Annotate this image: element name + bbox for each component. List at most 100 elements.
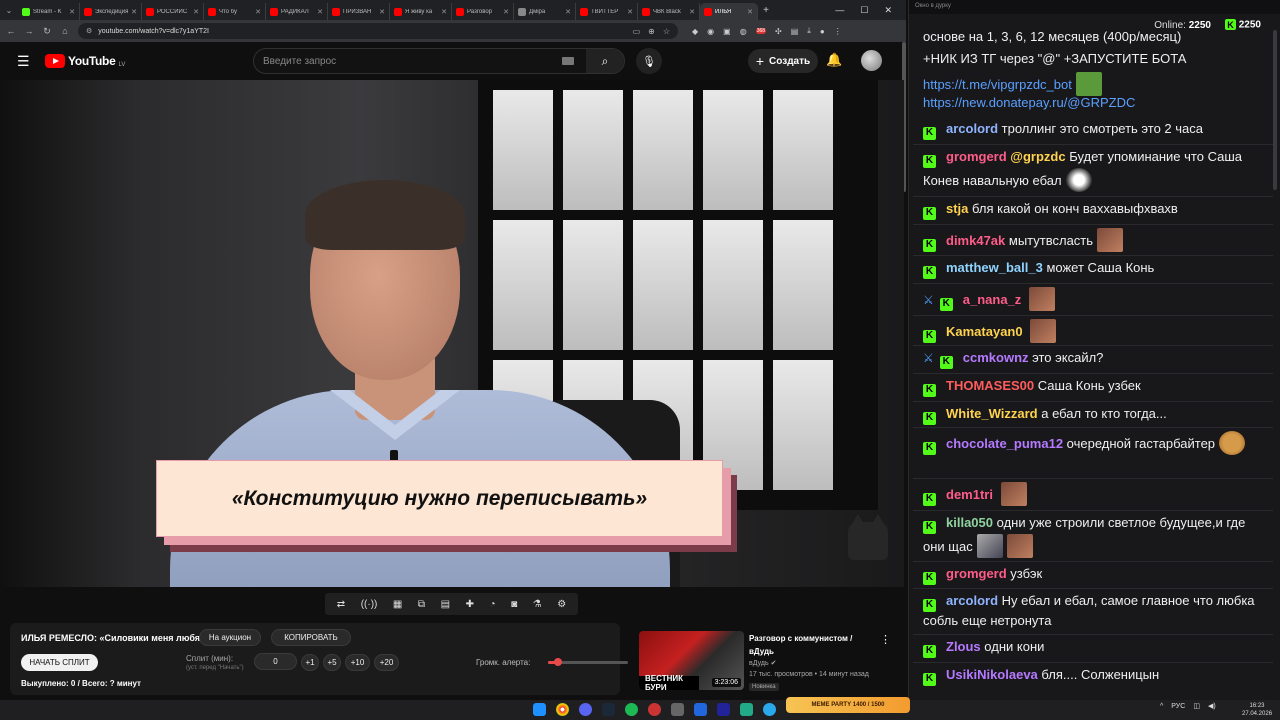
chat-scrollbar[interactable] — [1273, 30, 1277, 190]
sidebar-icon[interactable]: ▤ — [791, 27, 799, 36]
chat-username[interactable]: chocolate_puma12 — [946, 436, 1063, 451]
settings-icon[interactable]: ⚙ — [557, 599, 566, 610]
youtube-logo[interactable]: YouTube LV — [45, 54, 125, 68]
extension-icon[interactable]: ◆ — [692, 27, 698, 36]
tab-close-icon[interactable]: ✕ — [379, 8, 385, 16]
bot-link[interactable]: https://t.me/vipgrpzdc_bot — [923, 77, 1072, 92]
steam-icon[interactable] — [602, 703, 615, 716]
pip-icon[interactable]: ⧉ — [418, 599, 425, 610]
alert-volume-knob[interactable] — [553, 658, 562, 666]
alert-volume-slider[interactable] — [548, 658, 628, 666]
site-info-icon[interactable]: ⚙ — [86, 27, 92, 35]
home-icon[interactable]: ⌂ — [60, 26, 70, 36]
more-options-icon[interactable]: ⋮ — [880, 633, 891, 646]
browser-tab[interactable]: РАДИКАЛ ✕ — [266, 3, 328, 20]
tab-close-icon[interactable]: ✕ — [131, 8, 137, 16]
video-player[interactable]: «Конституцию нужно переписывать» — [0, 80, 904, 587]
obs-icon[interactable] — [648, 703, 661, 716]
split-add-20-button[interactable]: +20 — [374, 654, 399, 671]
auction-button[interactable]: На аукцион — [199, 629, 261, 646]
chat-username[interactable]: Zlous — [946, 639, 981, 654]
app-icon[interactable] — [740, 703, 753, 716]
start-windows-icon[interactable] — [533, 703, 546, 716]
tab-search-icon[interactable]: ⌄ — [0, 6, 18, 15]
extension-icon[interactable]: ◍ — [740, 27, 747, 36]
chat-mention[interactable]: @grpzdc — [1010, 149, 1065, 164]
tab-close-icon[interactable]: ✕ — [689, 8, 695, 16]
create-button[interactable]: + Создать — [748, 49, 818, 73]
start-split-button[interactable]: НАЧАТЬ СПЛИТ — [21, 654, 98, 671]
split-add-10-button[interactable]: +10 — [345, 654, 370, 671]
chat-username[interactable]: stja — [946, 201, 968, 216]
subtitles-icon[interactable]: ▤ — [441, 599, 450, 610]
clip-icon[interactable]: ▦ — [393, 599, 402, 610]
chat-username[interactable]: gromgerd — [946, 566, 1007, 581]
download-icon[interactable]: ⤓ — [807, 26, 811, 36]
browser-tab[interactable]: РОССИЙС ✕ — [142, 3, 204, 20]
meme-party-widget[interactable]: MEME PARTY 1400 / 1500 — [786, 697, 910, 713]
browser-tab[interactable]: ИЛЬЯ ✕ — [700, 3, 758, 20]
app-icon[interactable] — [671, 703, 684, 716]
keyboard-language[interactable]: РУС — [1171, 703, 1185, 710]
notifications-bell-icon[interactable]: 🔔 — [826, 52, 842, 68]
chat-username[interactable]: killa050 — [946, 515, 993, 530]
speed-icon[interactable]: ◔ — [490, 599, 496, 610]
browser-tab[interactable]: Я живу ка ✕ — [390, 3, 452, 20]
split-add-1-button[interactable]: +1 — [301, 654, 319, 671]
split-add-5-button[interactable]: +5 — [323, 654, 341, 671]
chat-username[interactable]: arcolord — [946, 593, 998, 608]
split-minutes-input[interactable]: 0 — [254, 653, 297, 670]
chat-username[interactable]: arcolord — [946, 121, 998, 136]
system-clock[interactable]: 16:23 27.04.2026 — [1242, 702, 1272, 718]
browser-tab[interactable]: Stream - K ✕ — [18, 3, 80, 20]
chat-username[interactable]: Kamatayan0 — [946, 324, 1023, 339]
url-field[interactable]: ⚙ youtube.com/watch?v=dlc7y1aYT2I ▭ ⊕ ☆ — [78, 23, 678, 39]
tab-close-icon[interactable]: ✕ — [255, 8, 261, 16]
browser-tab[interactable]: ЧВК Black ✕ — [638, 3, 700, 20]
chat-username[interactable]: dimk47ak — [946, 233, 1005, 248]
browser-tab[interactable]: Что бу ✕ — [204, 3, 266, 20]
chat-username[interactable]: UsikiNikolaeva — [946, 667, 1038, 682]
bookmark-star-icon[interactable]: ☆ — [663, 27, 670, 36]
browser-tab[interactable]: Дмірa ✕ — [514, 3, 576, 20]
new-tab-button[interactable]: + — [758, 5, 774, 16]
discord-icon[interactable] — [579, 703, 592, 716]
chat-username[interactable]: THOMASES00 — [946, 378, 1034, 393]
tab-close-icon[interactable]: ✕ — [747, 8, 753, 16]
cut-icon[interactable]: ✚ — [466, 599, 474, 610]
chat-username[interactable]: a_nana_z — [963, 292, 1022, 307]
keyboard-icon[interactable] — [562, 57, 574, 65]
browser-tab[interactable]: ТВИТТЕР ✕ — [576, 3, 638, 20]
reload-icon[interactable]: ↻ — [42, 26, 52, 37]
chat-username[interactable]: White_Wizzard — [946, 406, 1038, 421]
search-input[interactable]: Введите запрос — [254, 56, 562, 67]
recommended-channel[interactable]: вДудь ✔ — [749, 659, 776, 667]
tab-close-icon[interactable]: ✕ — [503, 8, 509, 16]
tab-close-icon[interactable]: ✕ — [69, 8, 75, 16]
tab-close-icon[interactable]: ✕ — [317, 8, 323, 16]
profile-icon[interactable]: ● — [820, 27, 825, 36]
close-window-icon[interactable]: ✕ — [884, 5, 892, 16]
donate-link[interactable]: https://new.donatepay.ru/@GRPZDC — [923, 95, 1135, 110]
voice-search-button[interactable]: 🎙 — [636, 48, 662, 74]
install-icon[interactable]: ▭ — [633, 27, 641, 36]
zoom-icon[interactable]: ⊕ — [648, 27, 655, 36]
screenshot-icon[interactable]: ◙ — [511, 599, 517, 610]
chrome-icon[interactable] — [556, 703, 569, 716]
menu-kebab-icon[interactable]: ⋮ — [834, 27, 842, 36]
extension-icon[interactable]: ▣ — [723, 27, 731, 36]
media-player-icon[interactable] — [694, 703, 707, 716]
chat-username[interactable]: gromgerd — [946, 149, 1007, 164]
extensions-puzzle-icon[interactable]: ✣ — [775, 27, 782, 36]
chat-username[interactable]: ccmkownz — [963, 350, 1029, 365]
menu-hamburger-icon[interactable]: ☰ — [17, 53, 31, 70]
chat-username[interactable]: dem1tri — [946, 487, 993, 502]
browser-tab[interactable]: ПРИЗВАН ✕ — [328, 3, 390, 20]
tray-chevron-icon[interactable]: ^ — [1160, 703, 1163, 710]
minimize-icon[interactable]: — — [835, 5, 844, 16]
tab-close-icon[interactable]: ✕ — [193, 8, 199, 16]
loop-icon[interactable]: ⇄ — [337, 599, 345, 610]
browser-tab[interactable]: Разговор ✕ — [452, 3, 514, 20]
audio-icon[interactable]: ((·)) — [361, 599, 378, 610]
recommended-video-thumbnail[interactable]: ВЕСТНИК БУРИ 3:23:06 — [639, 631, 744, 690]
